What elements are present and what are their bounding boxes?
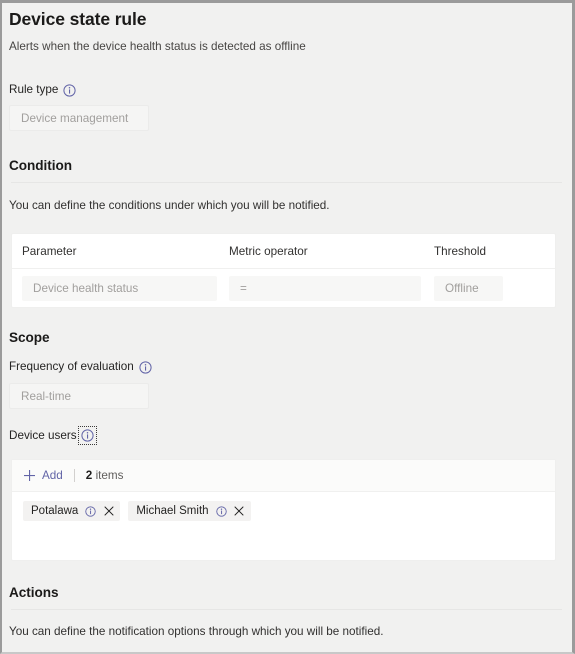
info-circle-icon[interactable] [80,429,94,442]
rule-type-value: Device management [21,111,129,125]
close-icon[interactable] [103,506,114,517]
rule-type-input[interactable]: Device management [9,105,149,131]
threshold-input[interactable]: Offline [434,275,503,301]
device-users-info-focus-ring [77,426,97,445]
device-users-card: Add 2 items Potalawa Michael Smith [11,459,556,561]
info-circle-icon[interactable] [215,505,228,518]
plus-icon [23,469,36,482]
device-state-rule-panel: Device state rule Alerts when the device… [0,0,575,654]
condition-table: Parameter Metric operator Threshold Devi… [11,233,556,308]
scope-heading: Scope [9,330,50,345]
condition-description: You can define the conditions under whic… [9,199,330,212]
frequency-label: Frequency of evaluation [9,360,134,373]
frequency-label-group: Frequency of evaluation [9,359,564,375]
frequency-input[interactable]: Real-time [9,383,149,409]
condition-table-row: Device health status = Offline [12,269,555,307]
frequency-value: Real-time [21,389,72,403]
close-icon[interactable] [234,506,245,517]
device-users-label: Device users [9,428,77,442]
metric-operator-input[interactable]: = [229,275,421,301]
add-user-label: Add [42,469,63,482]
device-users-chip-area: Potalawa Michael Smith [12,492,555,560]
parameter-value: Device health status [33,281,139,295]
condition-table-header: Parameter Metric operator Threshold [12,234,555,269]
threshold-cell: Offline [434,275,554,301]
toolbar-separator [73,469,75,482]
user-chip-label: Potalawa [31,505,79,517]
info-circle-icon[interactable] [63,83,76,97]
column-header-threshold: Threshold [434,244,486,258]
parameter-cell: Device health status [22,275,229,301]
info-circle-icon[interactable] [84,505,97,518]
info-circle-icon[interactable] [139,360,152,374]
metric-operator-cell: = [229,275,434,301]
metric-operator-value: = [240,281,247,295]
user-chip[interactable]: Michael Smith [128,501,251,521]
user-chip-label: Michael Smith [136,505,209,517]
add-user-button[interactable]: Add [23,469,63,482]
device-users-label-group: Device users [9,426,564,445]
rule-type-label: Rule type [9,83,59,96]
device-users-toolbar: Add 2 items [12,460,555,492]
user-chip[interactable]: Potalawa [23,501,121,521]
column-header-metric-operator: Metric operator [229,244,308,258]
page-title: Device state rule [9,9,147,29]
page-subtitle: Alerts when the device health status is … [9,40,306,53]
items-count: 2 items [86,469,124,482]
actions-heading: Actions [9,585,59,600]
column-header-parameter: Parameter [22,244,77,258]
actions-description: You can define the notification options … [9,625,384,638]
rule-type-label-group: Rule type [9,82,564,98]
threshold-value: Offline [445,281,479,295]
items-count-suffix: items [95,469,124,482]
parameter-input[interactable]: Device health status [22,275,217,301]
device-users-chip-list: Potalawa Michael Smith [23,501,555,521]
condition-heading: Condition [9,158,72,173]
